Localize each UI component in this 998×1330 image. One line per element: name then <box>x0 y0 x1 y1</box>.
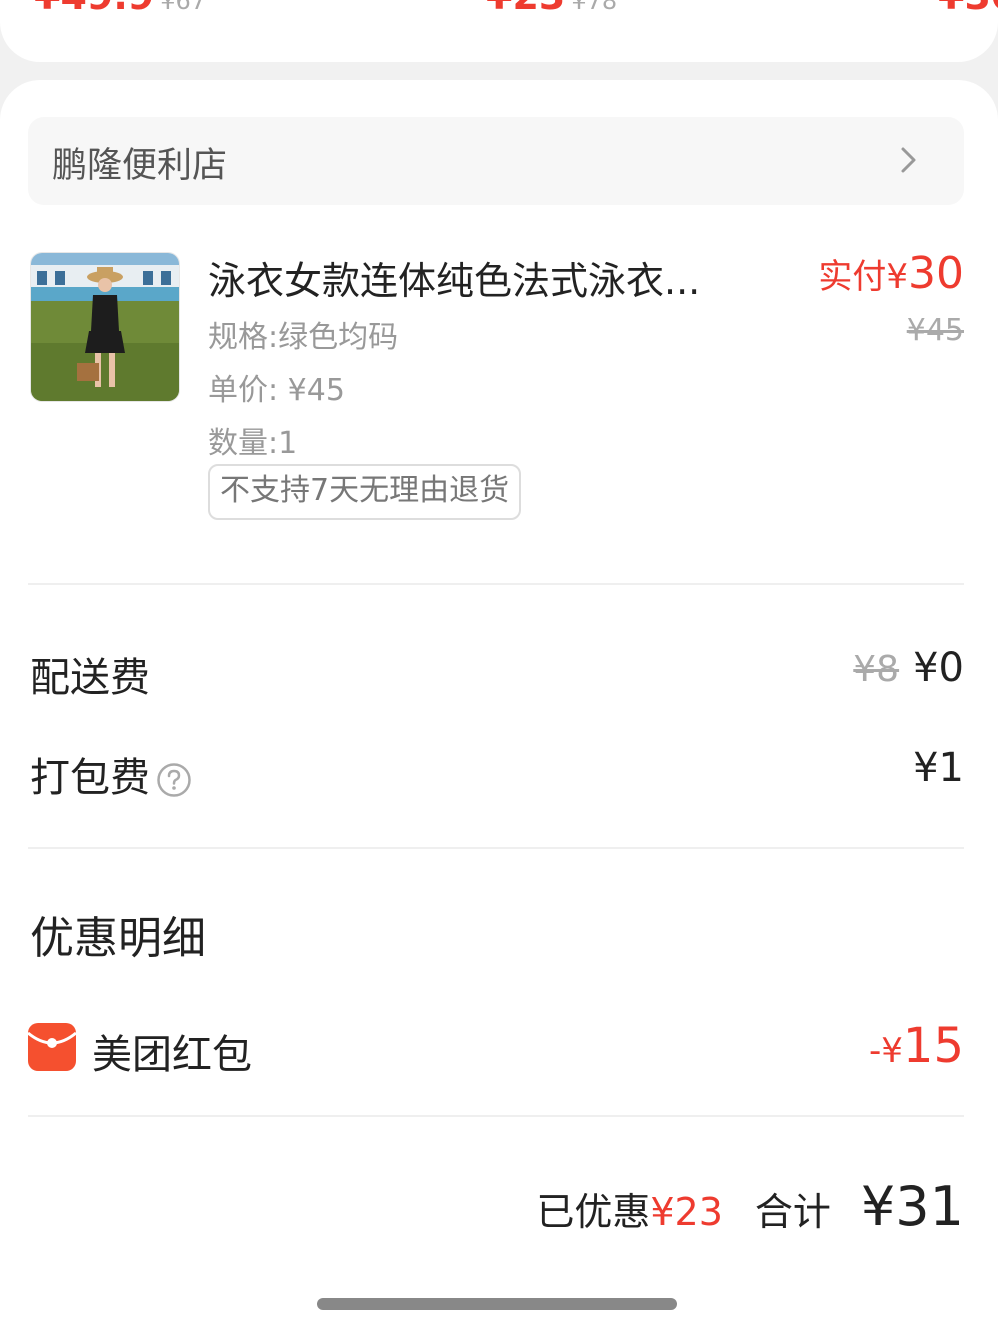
return-policy-tag: 不支持7天无理由退货 <box>208 464 522 520</box>
shop-name: 鹏隆便利店 <box>52 146 228 186</box>
packing-fee-label: 打包费 <box>30 745 192 803</box>
price-text: ¥49.9 <box>34 0 154 18</box>
divider <box>28 583 964 585</box>
red-packet-icon <box>28 1023 76 1071</box>
saved-label: 已优惠 <box>536 1190 651 1234</box>
red-packet-discount: -¥15 <box>869 1018 964 1074</box>
packing-fee-value: ¥1 <box>913 745 964 791</box>
orig-price-text: ¥67 <box>160 0 207 15</box>
original-price: ¥45 <box>906 313 964 348</box>
paid-price: 实付¥30 <box>818 248 964 299</box>
paid-amount: 30 <box>908 248 964 299</box>
price-text: ¥30 <box>938 0 998 18</box>
delivery-fee-label: 配送费 <box>30 655 150 701</box>
divider <box>28 1115 964 1117</box>
order-summary: 已优惠¥23 合计 ¥31 <box>536 1175 964 1238</box>
packing-fee-text: 打包费 <box>30 755 150 801</box>
orig-price-text: ¥78 <box>571 0 618 15</box>
delivery-original-price: ¥8 <box>853 649 900 690</box>
product-quantity: 数量:1 <box>208 426 298 461</box>
discount-details-title: 优惠明细 <box>30 913 206 964</box>
help-icon[interactable] <box>156 762 192 798</box>
discount-sign: -¥ <box>869 1031 903 1071</box>
order-detail-card: 鹏隆便利店 泳衣女款连体纯色法式泳衣... 规格:绿色均码 单价: ¥45 数量… <box>0 80 998 1330</box>
price-text: ¥23 <box>486 0 565 18</box>
top-product-price[interactable]: ¥23 ¥78 <box>486 0 617 18</box>
top-product-price[interactable]: ¥49.9 ¥67 <box>34 0 206 18</box>
previous-products-card: ¥49.9 ¥67 ¥23 ¥78 ¥30 <box>0 0 998 62</box>
shop-link[interactable]: 鹏隆便利店 <box>28 117 964 205</box>
product-thumbnail[interactable] <box>30 252 180 402</box>
saved-amount: ¥23 <box>650 1190 723 1234</box>
product-title[interactable]: 泳衣女款连体纯色法式泳衣... <box>208 250 700 305</box>
delivery-fee-value: ¥8 ¥0 <box>853 645 964 691</box>
top-product-price[interactable]: ¥30 <box>938 0 998 18</box>
chevron-right-icon <box>901 147 916 173</box>
red-packet-label: 美团红包 <box>92 1032 252 1078</box>
product-image <box>31 253 179 401</box>
product-spec: 规格:绿色均码 <box>208 320 399 355</box>
home-indicator[interactable] <box>317 1298 677 1310</box>
paid-label: 实付¥ <box>818 257 908 297</box>
delivery-price: ¥0 <box>913 645 964 691</box>
discount-amount: 15 <box>902 1018 964 1074</box>
product-unit-price: 单价: ¥45 <box>208 373 345 408</box>
divider <box>28 847 964 849</box>
total-amount: ¥31 <box>860 1175 964 1238</box>
total-label: 合计 <box>754 1190 831 1234</box>
